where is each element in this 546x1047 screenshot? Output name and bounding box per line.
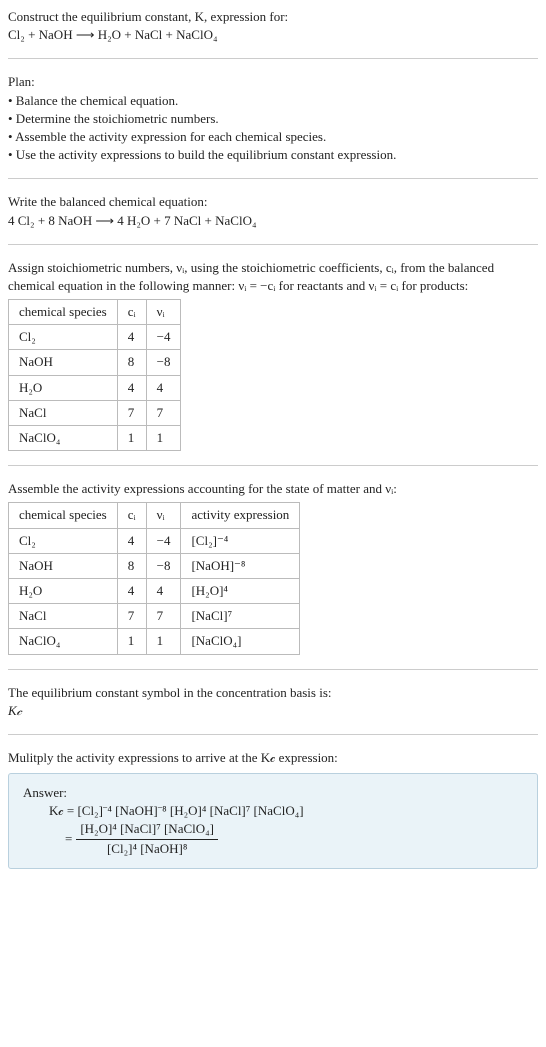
table-cell: NaCl <box>9 400 118 425</box>
activity-section: Assemble the activity expressions accoun… <box>8 480 538 654</box>
table-header: cᵢ <box>117 300 146 325</box>
plan-heading: Plan: <box>8 73 538 91</box>
intro-line1: Construct the equilibrium constant, K, e… <box>8 8 538 26</box>
table-cell: 4 <box>146 375 181 400</box>
table-row: NaCl 7 7 [NaCl]⁷ <box>9 604 300 629</box>
divider <box>8 58 538 59</box>
table-row: chemical species cᵢ νᵢ activity expressi… <box>9 503 300 528</box>
table-cell: 1 <box>117 426 146 451</box>
symbol-line1: The equilibrium constant symbol in the c… <box>8 684 538 702</box>
table-cell: 8 <box>117 350 146 375</box>
answer-label: Answer: <box>23 784 523 802</box>
assign-text: Assign stoichiometric numbers, νᵢ, using… <box>8 259 538 295</box>
divider <box>8 178 538 179</box>
table-cell: 4 <box>117 325 146 350</box>
divider <box>8 734 538 735</box>
multiply-section: Mulitply the activity expressions to arr… <box>8 749 538 767</box>
divider <box>8 669 538 670</box>
plan-section: Plan: • Balance the chemical equation. •… <box>8 73 538 164</box>
table-header: chemical species <box>9 300 118 325</box>
table-cell: NaCl <box>9 604 118 629</box>
table-header: chemical species <box>9 503 118 528</box>
plan-item: • Determine the stoichiometric numbers. <box>8 110 538 128</box>
table-cell: 7 <box>117 604 146 629</box>
table-cell: H₂O <box>9 578 118 603</box>
table-cell: NaOH <box>9 350 118 375</box>
table-row: Cl₂ 4 −4 [Cl₂]⁻⁴ <box>9 528 300 553</box>
table-cell: 1 <box>146 629 181 654</box>
table-row: H₂O 4 4 [H₂O]⁴ <box>9 578 300 603</box>
table-cell: −8 <box>146 553 181 578</box>
symbol-kc: K𝒸 <box>8 702 538 720</box>
balanced-section: Write the balanced chemical equation: 4 … <box>8 193 538 229</box>
answer-line1: K𝒸 = [Cl₂]⁻⁴ [NaOH]⁻⁸ [H₂O]⁴ [NaCl]⁷ [Na… <box>49 802 523 820</box>
table-cell: −4 <box>146 325 181 350</box>
table-row: H₂O 4 4 <box>9 375 181 400</box>
table-cell: 1 <box>117 629 146 654</box>
table-cell: Cl₂ <box>9 325 118 350</box>
balanced-equation: 4 Cl₂ + 8 NaOH ⟶ 4 H₂O + 7 NaCl + NaClO₄ <box>8 212 538 230</box>
table-cell: [NaCl]⁷ <box>181 604 300 629</box>
table-cell: NaOH <box>9 553 118 578</box>
symbol-section: The equilibrium constant symbol in the c… <box>8 684 538 720</box>
table-cell: −8 <box>146 350 181 375</box>
table-row: chemical species cᵢ νᵢ <box>9 300 181 325</box>
table-cell: 7 <box>117 400 146 425</box>
table-cell: −4 <box>146 528 181 553</box>
plan-item: • Assemble the activity expression for e… <box>8 128 538 146</box>
answer-eq-lhs: = <box>65 830 72 848</box>
table-cell: [NaClO₄] <box>181 629 300 654</box>
table-cell: NaClO₄ <box>9 426 118 451</box>
table-header: νᵢ <box>146 503 181 528</box>
table-cell: 1 <box>146 426 181 451</box>
table-cell: 4 <box>117 528 146 553</box>
answer-line2: = [H₂O]⁴ [NaCl]⁷ [NaClO₄] [Cl₂]⁴ [NaOH]⁸ <box>49 820 523 857</box>
balanced-line1: Write the balanced chemical equation: <box>8 193 538 211</box>
answer-fraction: [H₂O]⁴ [NaCl]⁷ [NaClO₄] [Cl₂]⁴ [NaOH]⁸ <box>76 820 218 857</box>
activity-text: Assemble the activity expressions accoun… <box>8 480 538 498</box>
table-cell: 4 <box>146 578 181 603</box>
table-header: activity expression <box>181 503 300 528</box>
activity-table: chemical species cᵢ νᵢ activity expressi… <box>8 502 300 654</box>
divider <box>8 465 538 466</box>
intro-equation: Cl₂ + NaOH ⟶ H₂O + NaCl + NaClO₄ <box>8 26 538 44</box>
table-row: NaOH 8 −8 <box>9 350 181 375</box>
table-cell: [Cl₂]⁻⁴ <box>181 528 300 553</box>
table-row: NaClO₄ 1 1 <box>9 426 181 451</box>
table-cell: 7 <box>146 400 181 425</box>
table-header: νᵢ <box>146 300 181 325</box>
assign-section: Assign stoichiometric numbers, νᵢ, using… <box>8 259 538 452</box>
table-row: NaClO₄ 1 1 [NaClO₄] <box>9 629 300 654</box>
table-cell: [NaOH]⁻⁸ <box>181 553 300 578</box>
plan-item: • Use the activity expressions to build … <box>8 146 538 164</box>
table-cell: 4 <box>117 578 146 603</box>
table-cell: 8 <box>117 553 146 578</box>
assign-table: chemical species cᵢ νᵢ Cl₂ 4 −4 NaOH 8 −… <box>8 299 181 451</box>
table-row: NaOH 8 −8 [NaOH]⁻⁸ <box>9 553 300 578</box>
table-cell: [H₂O]⁴ <box>181 578 300 603</box>
table-cell: Cl₂ <box>9 528 118 553</box>
table-cell: 7 <box>146 604 181 629</box>
table-row: Cl₂ 4 −4 <box>9 325 181 350</box>
multiply-text: Mulitply the activity expressions to arr… <box>8 749 538 767</box>
table-cell: 4 <box>117 375 146 400</box>
table-row: NaCl 7 7 <box>9 400 181 425</box>
plan-item: • Balance the chemical equation. <box>8 92 538 110</box>
answer-numerator: [H₂O]⁴ [NaCl]⁷ [NaClO₄] <box>76 820 218 839</box>
intro-section: Construct the equilibrium constant, K, e… <box>8 8 538 44</box>
answer-denominator: [Cl₂]⁴ [NaOH]⁸ <box>76 840 218 858</box>
divider <box>8 244 538 245</box>
answer-box: Answer: K𝒸 = [Cl₂]⁻⁴ [NaOH]⁻⁸ [H₂O]⁴ [Na… <box>8 773 538 869</box>
table-cell: H₂O <box>9 375 118 400</box>
table-cell: NaClO₄ <box>9 629 118 654</box>
table-header: cᵢ <box>117 503 146 528</box>
